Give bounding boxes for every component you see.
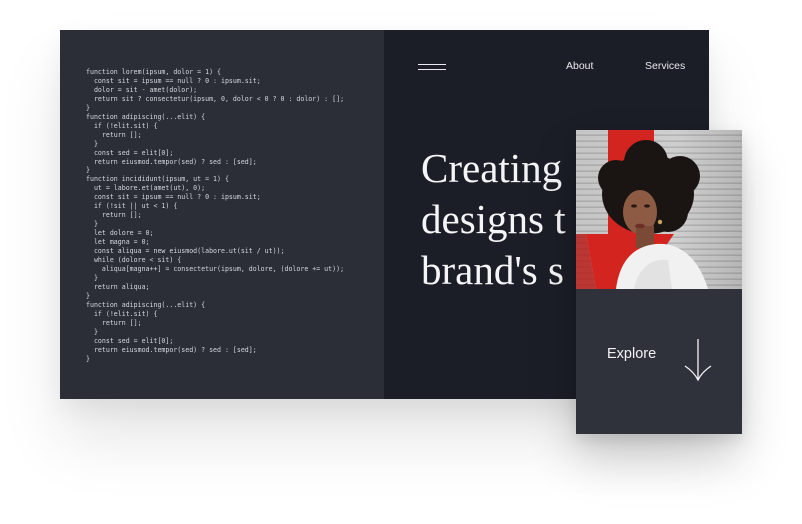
code-line: return eiusmod.tempor(sed) ? sed : [sed]… (86, 345, 257, 354)
portrait-photo (576, 130, 742, 289)
code-line: let dolore = 0; (86, 229, 154, 238)
code-line: function incididunt(ipsum, ut = 1) { (86, 175, 229, 184)
code-line: const sed = elit[0]; (86, 336, 174, 345)
code-line: function adipiscing(...elit) { (86, 112, 206, 121)
code-line: } (86, 291, 90, 300)
code-line: function lorem(ipsum, dolor = 1) { (86, 68, 221, 76)
nav-link-about[interactable]: About (566, 60, 593, 72)
code-line: } (86, 103, 90, 112)
code-line: return []; (86, 130, 142, 139)
code-line: aliqua[magna++] = consectetur(ipsum, dol… (86, 264, 345, 273)
code-line: return []; (86, 211, 142, 220)
code-line: if (!sit || ut < 1) { (86, 202, 178, 211)
code-line: } (86, 139, 98, 148)
headline-line: brand's s (421, 247, 564, 293)
nav-link-services[interactable]: Services (645, 60, 685, 72)
code-line: return sit ? consectetur(ipsum, 0, dolor… (86, 94, 345, 103)
code-line: const sit = ipsum == null ? 0 : ipsum.si… (86, 76, 261, 85)
code-line: } (86, 327, 98, 336)
headline-line: Creating (421, 145, 563, 191)
code-line: dolor = sit - amet(dolor); (86, 85, 198, 94)
code-line: } (86, 220, 98, 229)
code-line: return aliqua; (86, 282, 150, 291)
code-line: } (86, 273, 98, 282)
code-line: const sed = elit[0]; (86, 148, 174, 157)
code-line: const sit = ipsum == null ? 0 : ipsum.si… (86, 193, 261, 202)
code-line: const aliqua = new eiusmod(labore.ut(sit… (86, 247, 285, 256)
explore-card: Explore (576, 130, 742, 434)
code-line: return []; (86, 318, 142, 327)
headline-line: designs t (421, 196, 566, 242)
code-line: ut = labore.et(amet(ut), 0); (86, 184, 206, 193)
arrow-down-icon[interactable] (683, 338, 713, 382)
code-line: } (86, 166, 90, 175)
code-line: } (86, 354, 90, 363)
hero-headline: Creating designs t brand's s (421, 143, 566, 296)
explore-link[interactable]: Explore (607, 346, 656, 362)
code-line: let magna = 0; (86, 238, 150, 247)
code-line: if (!elit.sit) { (86, 121, 158, 130)
code-line: function adipiscing(...elit) { (86, 300, 206, 309)
code-editor-panel: function lorem(ipsum, dolor = 1) { const… (60, 30, 384, 399)
code-line: if (!elit.sit) { (86, 309, 158, 318)
code-line: return eiusmod.tempor(sed) ? sed : [sed]… (86, 157, 257, 166)
hamburger-menu-icon[interactable] (418, 63, 446, 72)
code-line: while (dolore < sit) { (86, 256, 182, 265)
code-block: function lorem(ipsum, dolor = 1) { const… (86, 68, 344, 363)
